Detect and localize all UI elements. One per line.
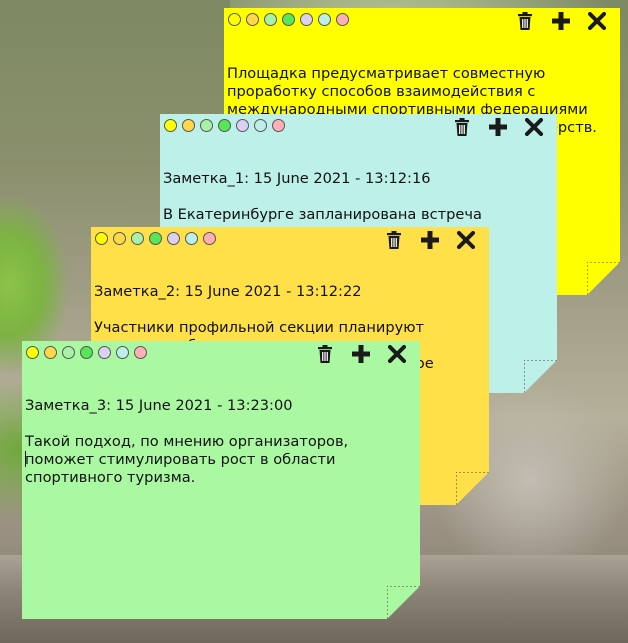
color-swatch[interactable]	[164, 119, 177, 132]
note-text[interactable]: Заметка_3: 15 June 2021 - 13:23:00 Такой…	[25, 379, 414, 505]
color-swatch[interactable]	[236, 119, 249, 132]
trash-icon[interactable]	[314, 344, 336, 364]
sticky-note[interactable]: Заметка_3: 15 June 2021 - 13:23:00 Такой…	[22, 341, 420, 619]
note-body: Такой подход, по мнению организаторов, п…	[25, 433, 349, 486]
color-swatch[interactable]	[272, 119, 285, 132]
note-title: Заметка_3: 15 June 2021 - 13:23:00	[25, 397, 293, 414]
color-swatch[interactable]	[228, 13, 241, 26]
color-swatch[interactable]	[95, 232, 108, 245]
close-icon[interactable]	[386, 344, 408, 364]
color-swatch[interactable]	[80, 346, 93, 359]
color-palette	[228, 13, 349, 26]
color-swatch[interactable]	[318, 13, 331, 26]
note-title: Заметка_2: 15 June 2021 - 13:12:22	[94, 283, 362, 300]
color-swatch[interactable]	[62, 346, 75, 359]
color-swatch[interactable]	[149, 232, 162, 245]
color-swatch[interactable]	[254, 119, 267, 132]
color-swatch[interactable]	[203, 232, 216, 245]
color-swatch[interactable]	[98, 346, 111, 359]
note-toolbar	[224, 8, 620, 34]
note-toolbar	[22, 341, 420, 367]
color-swatch[interactable]	[116, 346, 129, 359]
close-icon[interactable]	[586, 11, 608, 31]
color-swatch[interactable]	[167, 232, 180, 245]
color-swatch[interactable]	[44, 346, 57, 359]
color-swatch[interactable]	[218, 119, 231, 132]
color-swatch[interactable]	[131, 232, 144, 245]
color-swatch[interactable]	[182, 119, 195, 132]
close-icon[interactable]	[455, 230, 477, 250]
color-palette	[95, 232, 216, 245]
color-swatch[interactable]	[246, 13, 259, 26]
color-palette	[164, 119, 285, 132]
trash-icon[interactable]	[514, 11, 536, 31]
color-swatch[interactable]	[264, 13, 277, 26]
color-swatch[interactable]	[185, 232, 198, 245]
color-swatch[interactable]	[200, 119, 213, 132]
note-toolbar	[91, 227, 489, 253]
trash-icon[interactable]	[451, 117, 473, 137]
color-swatch[interactable]	[113, 232, 126, 245]
color-swatch[interactable]	[134, 346, 147, 359]
note-title: Заметка_1: 15 June 2021 - 13:12:16	[163, 170, 431, 187]
note-toolbar	[160, 114, 557, 140]
color-swatch[interactable]	[336, 13, 349, 26]
color-swatch[interactable]	[300, 13, 313, 26]
close-icon[interactable]	[523, 117, 545, 137]
color-swatch[interactable]	[282, 13, 295, 26]
plus-icon[interactable]	[550, 11, 572, 31]
color-palette	[26, 346, 147, 359]
plus-icon[interactable]	[487, 117, 509, 137]
trash-icon[interactable]	[383, 230, 405, 250]
plus-icon[interactable]	[419, 230, 441, 250]
text-cursor	[25, 451, 26, 467]
color-swatch[interactable]	[26, 346, 39, 359]
plus-icon[interactable]	[350, 344, 372, 364]
